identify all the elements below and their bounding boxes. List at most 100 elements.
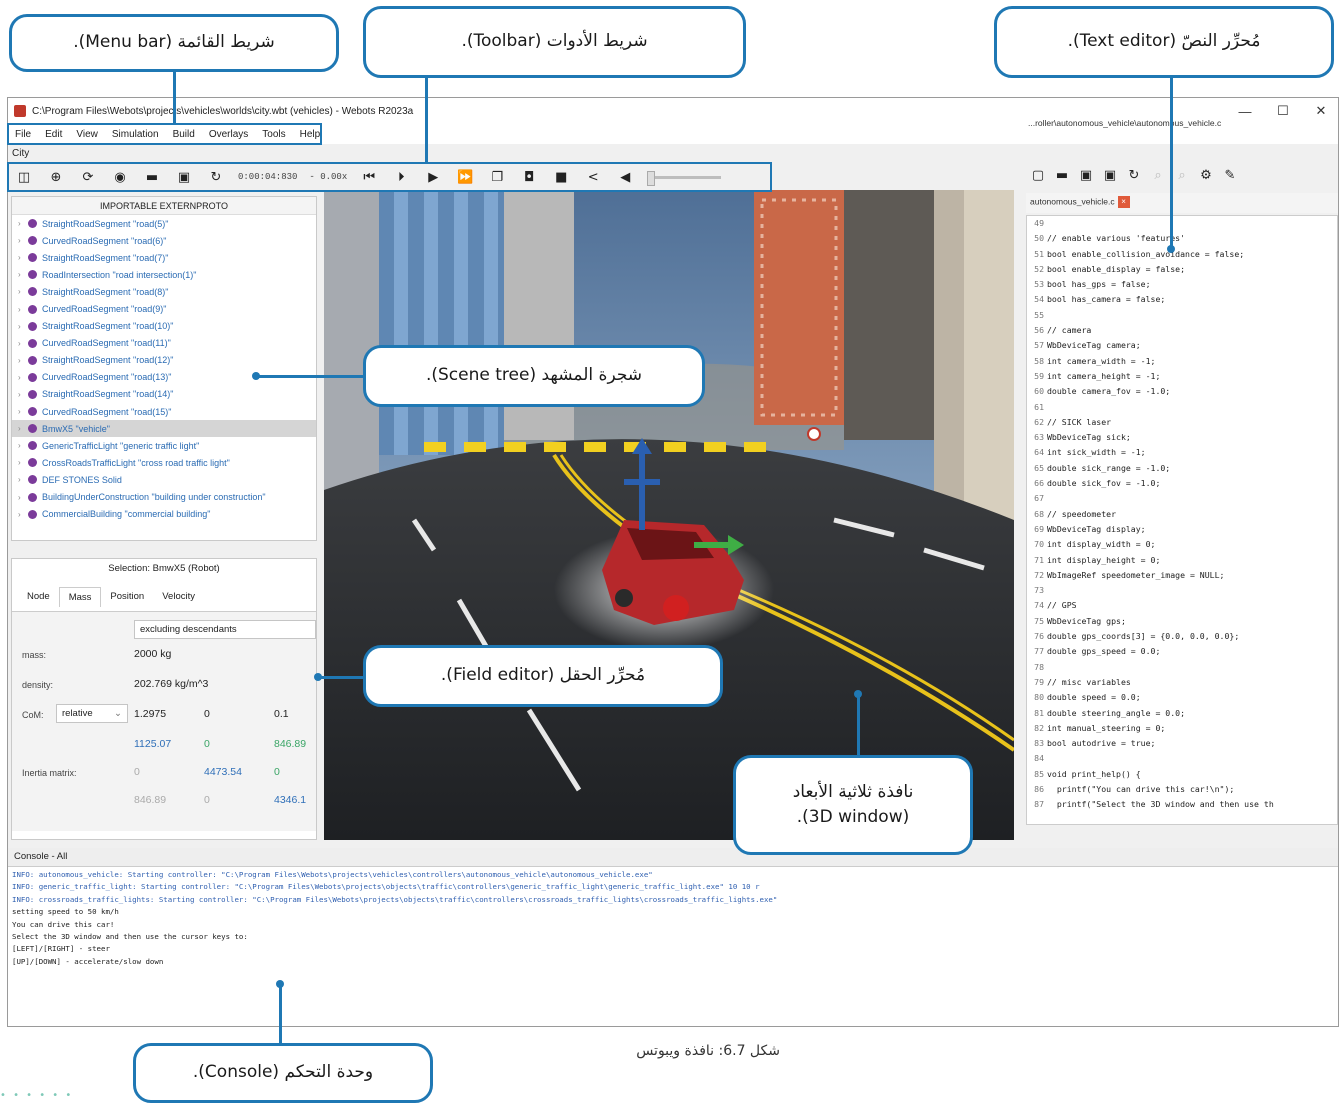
tree-item[interactable]: › BuildingUnderConstruction "building und… xyxy=(12,489,316,506)
find-icon[interactable]: ⌕ xyxy=(1146,168,1170,183)
code-line[interactable]: 51 bool enable_collision_avoidance = fals… xyxy=(1027,247,1337,262)
matrix-r4c1[interactable]: 846.89 xyxy=(134,794,166,806)
tree-item[interactable]: › GenericTrafficLight "generic traffic li… xyxy=(12,437,316,454)
expand-arrow-icon[interactable]: › xyxy=(18,305,28,314)
expand-arrow-icon[interactable]: › xyxy=(18,322,28,331)
code-line[interactable]: 86 printf("You can drive this car!\n"); xyxy=(1027,782,1337,797)
com-mode-select[interactable]: relative ⌄ xyxy=(56,704,128,723)
code-line[interactable]: 65 double sick_range = -1.0; xyxy=(1027,461,1337,476)
code-line[interactable]: 74// GPS xyxy=(1027,598,1337,613)
expand-arrow-icon[interactable]: › xyxy=(18,236,28,245)
expand-arrow-icon[interactable]: › xyxy=(18,475,28,484)
expand-arrow-icon[interactable]: › xyxy=(18,458,28,467)
matrix-r2c1[interactable]: 1125.07 xyxy=(134,738,171,750)
matrix-r4c2[interactable]: 0 xyxy=(204,794,210,806)
matrix-r4c3[interactable]: 4346.1 xyxy=(274,794,306,806)
tab-mass[interactable]: Mass xyxy=(58,587,102,607)
console-output[interactable]: INFO: autonomous_vehicle: Starting contr… xyxy=(8,866,1338,1026)
code-line[interactable]: 80 double speed = 0.0; xyxy=(1027,690,1337,705)
code-line[interactable]: 76 double gps_coords[3] = {0.0, 0.0, 0.0}… xyxy=(1027,629,1337,644)
code-line[interactable]: 57 WbDeviceTag camera; xyxy=(1027,338,1337,353)
minimize-button[interactable]: — xyxy=(1226,98,1264,124)
code-line[interactable]: 55 xyxy=(1027,308,1337,323)
revert-icon[interactable]: ↻ xyxy=(1122,168,1146,183)
code-line[interactable]: 71 int display_height = 0; xyxy=(1027,553,1337,568)
replace-icon[interactable]: ⌕ xyxy=(1170,168,1194,183)
expand-arrow-icon[interactable]: › xyxy=(18,287,28,296)
code-line[interactable]: 63 WbDeviceTag sick; xyxy=(1027,430,1337,445)
clean-icon[interactable]: ✎ xyxy=(1218,168,1242,183)
code-editor[interactable]: 49 50// enable various 'features' 51 bool e… xyxy=(1026,215,1338,825)
code-line[interactable]: 68// speedometer xyxy=(1027,507,1337,522)
tree-item[interactable]: › StraightRoadSegment "road(14)" xyxy=(12,386,316,403)
tree-item[interactable]: › StraightRoadSegment "road(12)" xyxy=(12,352,316,369)
save-file-icon[interactable]: ▣ xyxy=(1074,168,1098,183)
com-x[interactable]: 1.2975 xyxy=(134,708,166,720)
3d-window[interactable] xyxy=(324,190,1014,840)
descendants-dropdown[interactable]: excluding descendants xyxy=(134,620,316,639)
code-line[interactable]: 53 bool has_gps = false; xyxy=(1027,277,1337,292)
code-line[interactable]: 49 xyxy=(1027,216,1337,231)
code-line[interactable]: 59 int camera_height = -1; xyxy=(1027,369,1337,384)
code-line[interactable]: 54 bool has_camera = false; xyxy=(1027,292,1337,307)
code-line[interactable]: 81 double steering_angle = 0.0; xyxy=(1027,706,1337,721)
tree-item[interactable]: › CurvedRoadSegment "road(11)" xyxy=(12,335,316,352)
tree-item[interactable]: › StraightRoadSegment "road(8)" xyxy=(12,283,316,300)
code-line[interactable]: 56// camera xyxy=(1027,323,1337,338)
build-icon[interactable]: ⚙ xyxy=(1194,168,1218,183)
matrix-r3c3[interactable]: 0 xyxy=(274,766,280,778)
code-line[interactable]: 72 WbImageRef speedometer_image = NULL; xyxy=(1027,568,1337,583)
close-tab-icon[interactable]: × xyxy=(1117,196,1130,208)
expand-arrow-icon[interactable]: › xyxy=(18,356,28,365)
code-line[interactable]: 82 int manual_steering = 0; xyxy=(1027,721,1337,736)
open-file-icon[interactable]: ▬ xyxy=(1050,168,1074,183)
tree-item[interactable]: › CrossRoadsTrafficLight "cross road traf… xyxy=(12,454,316,471)
expand-arrow-icon[interactable]: › xyxy=(18,373,28,382)
tree-item[interactable]: › BmwX5 "vehicle" xyxy=(12,420,316,438)
expand-arrow-icon[interactable]: › xyxy=(18,441,28,450)
com-y[interactable]: 0 xyxy=(204,708,210,720)
code-line[interactable]: 69 WbDeviceTag display; xyxy=(1027,522,1337,537)
close-button[interactable]: ✕ xyxy=(1302,98,1338,124)
tree-item[interactable]: › StraightRoadSegment "road(7)" xyxy=(12,249,316,266)
code-line[interactable]: 61 xyxy=(1027,400,1337,415)
save-all-icon[interactable]: ▣ xyxy=(1098,168,1122,183)
matrix-r2c3[interactable]: 846.89 xyxy=(274,738,306,750)
expand-arrow-icon[interactable]: › xyxy=(18,253,28,262)
tree-item[interactable]: › CommercialBuilding "commercial building… xyxy=(12,506,316,523)
tree-item[interactable]: › CurvedRoadSegment "road(15)" xyxy=(12,403,316,420)
editor-tab[interactable]: autonomous_vehicle.c × xyxy=(1030,196,1130,208)
code-line[interactable]: 73 xyxy=(1027,583,1337,598)
tree-item[interactable]: › DEF STONES Solid xyxy=(12,471,316,488)
tree-item[interactable]: › CurvedRoadSegment "road(9)" xyxy=(12,300,316,317)
code-line[interactable]: 67 xyxy=(1027,491,1337,506)
mass-value[interactable]: 2000 kg xyxy=(134,648,171,660)
density-value[interactable]: 202.769 kg/m^3 xyxy=(134,678,208,690)
code-line[interactable]: 84 xyxy=(1027,751,1337,766)
code-line[interactable]: 87 printf("Select the 3D window and then… xyxy=(1027,797,1337,812)
code-line[interactable]: 77 double gps_speed = 0.0; xyxy=(1027,644,1337,659)
code-line[interactable]: 66 double sick_fov = -1.0; xyxy=(1027,476,1337,491)
code-line[interactable]: 64 int sick_width = -1; xyxy=(1027,445,1337,460)
new-file-icon[interactable]: ▢ xyxy=(1026,168,1050,183)
code-line[interactable]: 58 int camera_width = -1; xyxy=(1027,354,1337,369)
code-line[interactable]: 75 WbDeviceTag gps; xyxy=(1027,614,1337,629)
expand-arrow-icon[interactable]: › xyxy=(18,407,28,416)
code-line[interactable]: 62// SICK laser xyxy=(1027,415,1337,430)
code-line[interactable]: 83 bool autodrive = true; xyxy=(1027,736,1337,751)
tree-item[interactable]: › RoadIntersection "road intersection(1)" xyxy=(12,266,316,283)
tab-node[interactable]: Node xyxy=(18,587,59,607)
expand-arrow-icon[interactable]: › xyxy=(18,424,28,433)
tab-position[interactable]: Position xyxy=(101,587,153,607)
code-line[interactable]: 79// misc variables xyxy=(1027,675,1337,690)
com-z[interactable]: 0.1 xyxy=(274,708,289,720)
matrix-r3c2[interactable]: 4473.54 xyxy=(204,766,242,778)
code-line[interactable]: 70 int display_width = 0; xyxy=(1027,537,1337,552)
tab-velocity[interactable]: Velocity xyxy=(153,587,204,607)
expand-arrow-icon[interactable]: › xyxy=(18,493,28,502)
code-line[interactable]: 78 xyxy=(1027,660,1337,675)
maximize-button[interactable]: ☐ xyxy=(1264,98,1302,124)
expand-arrow-icon[interactable]: › xyxy=(18,270,28,279)
expand-arrow-icon[interactable]: › xyxy=(18,510,28,519)
tree-item[interactable]: › StraightRoadSegment "road(10)" xyxy=(12,318,316,335)
